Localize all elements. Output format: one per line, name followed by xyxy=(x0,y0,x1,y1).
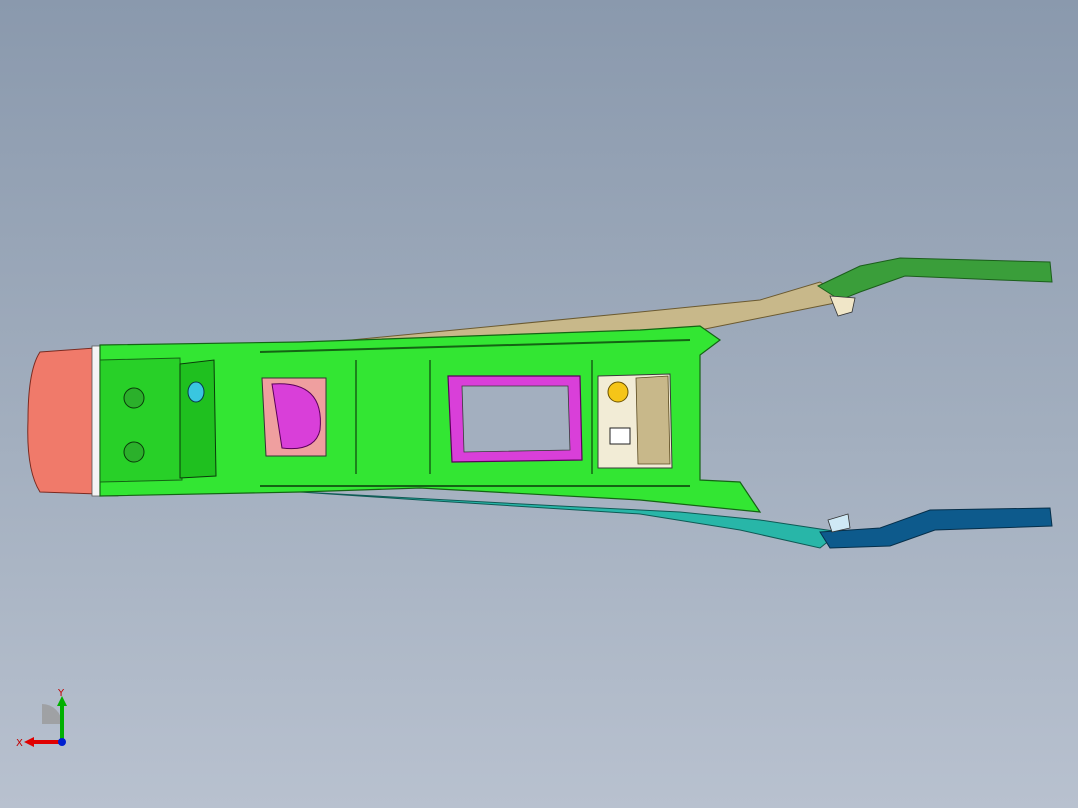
front-end-cap xyxy=(27,347,99,495)
rear-lower-teal-panel xyxy=(299,491,842,549)
yellow-indicator xyxy=(607,381,629,403)
rear-pocket-tan-wall xyxy=(635,375,671,465)
triad-x-label: X xyxy=(16,738,23,749)
upper-bracket xyxy=(829,295,856,317)
cad-viewport[interactable]: Y X xyxy=(0,0,1078,808)
rear-lower-arm xyxy=(819,507,1053,549)
knob-upper xyxy=(123,387,145,409)
triad-y-label: Y xyxy=(57,688,65,699)
coordinate-triad-icon: Y X xyxy=(16,688,67,749)
lower-bracket xyxy=(827,513,851,533)
cyan-accent-button xyxy=(187,381,205,403)
center-console-model[interactable] xyxy=(0,0,1078,808)
front-switch-panel xyxy=(99,357,183,483)
rear-upper-arm xyxy=(816,257,1053,301)
center-storage-opening xyxy=(461,385,571,453)
rear-pocket-latch xyxy=(609,427,631,445)
knob-lower xyxy=(123,441,145,463)
shifter-boot xyxy=(179,359,217,479)
